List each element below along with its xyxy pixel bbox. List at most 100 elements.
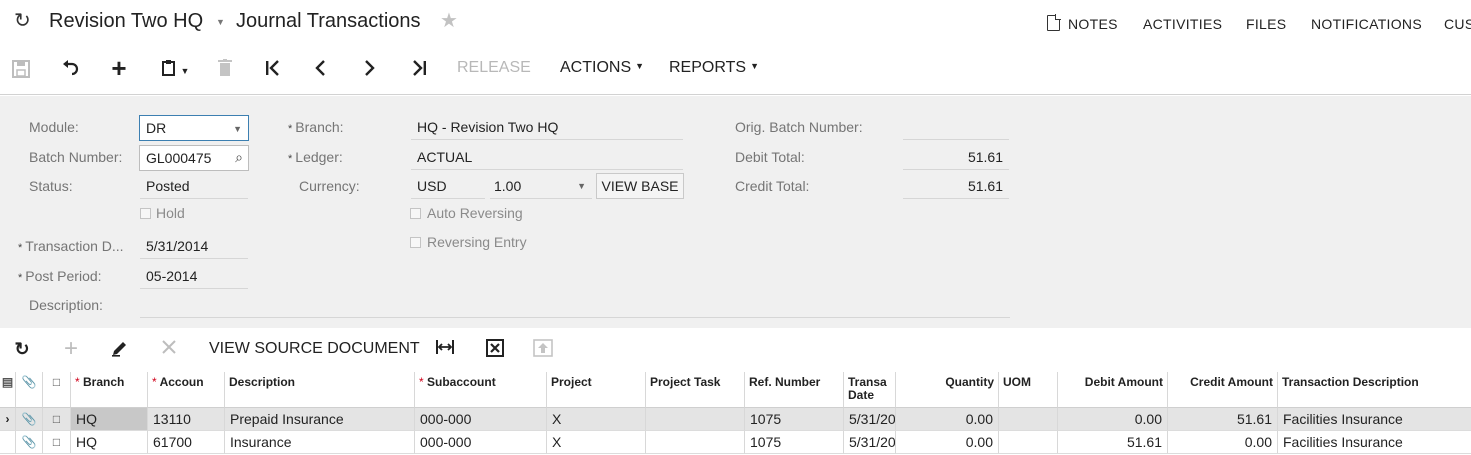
ref-number-cell[interactable]: 1075: [745, 431, 844, 454]
account-header-label: Accoun: [159, 375, 204, 389]
note-icon[interactable]: □: [43, 408, 71, 431]
add-row-icon[interactable]: +: [61, 335, 81, 363]
release-button[interactable]: RELEASE: [457, 59, 531, 77]
transaction-date-field[interactable]: 5/31/2014: [140, 233, 248, 259]
note-icon[interactable]: □: [43, 431, 71, 454]
account-cell[interactable]: 13110: [148, 408, 225, 431]
export-excel-icon[interactable]: [484, 339, 506, 362]
debit-amount-column-header[interactable]: Debit Amount: [1058, 372, 1168, 408]
quantity-cell[interactable]: 0.00: [896, 408, 999, 431]
account-cell[interactable]: 61700: [148, 431, 225, 454]
credit-amount-cell[interactable]: 0.00: [1168, 431, 1278, 454]
debit-amount-cell[interactable]: 0.00: [1058, 408, 1168, 431]
notes-link[interactable]: NOTES: [1068, 16, 1118, 32]
credit-amount-cell[interactable]: 51.61: [1168, 408, 1278, 431]
project-task-cell[interactable]: [646, 431, 745, 454]
credit-amount-column-header[interactable]: Credit Amount: [1168, 372, 1278, 408]
last-record-icon[interactable]: [408, 57, 430, 82]
tran-date-column-header[interactable]: Transa Date: [844, 372, 896, 408]
currency-field[interactable]: USD: [411, 173, 485, 199]
attachment-icon[interactable]: 📎: [16, 408, 43, 431]
subaccount-cell[interactable]: 000-000: [415, 431, 547, 454]
account-column-header[interactable]: * Accoun: [148, 372, 225, 408]
description-column-header[interactable]: Description: [225, 372, 415, 408]
branch-cell[interactable]: HQ: [71, 408, 148, 431]
attachment-icon[interactable]: 📎: [16, 431, 43, 454]
notes-header-icon: □: [43, 372, 71, 408]
notes-icon[interactable]: [1047, 14, 1061, 31]
project-task-cell[interactable]: [646, 408, 745, 431]
module-select[interactable]: DR ▼: [139, 115, 249, 141]
reports-menu[interactable]: REPORTS ▼: [669, 59, 759, 77]
select-all-icon[interactable]: ▤: [0, 372, 16, 408]
transaction-description-cell[interactable]: Facilities Insurance: [1278, 431, 1471, 454]
row-selector-icon[interactable]: ›: [0, 408, 16, 431]
save-icon[interactable]: [10, 57, 32, 83]
search-icon[interactable]: ⌕: [235, 145, 243, 169]
project-column-header[interactable]: Project: [547, 372, 646, 408]
uom-column-header[interactable]: UOM: [999, 372, 1058, 408]
edit-icon[interactable]: [110, 339, 130, 362]
add-icon[interactable]: +: [108, 55, 130, 81]
subaccount-column-header[interactable]: * Subaccount: [415, 372, 547, 408]
quantity-column-header[interactable]: Quantity: [896, 372, 999, 408]
auto-reversing-checkbox[interactable]: [410, 208, 421, 219]
view-base-button[interactable]: VIEW BASE: [596, 173, 684, 199]
quantity-cell[interactable]: 0.00: [896, 431, 999, 454]
notifications-link[interactable]: NOTIFICATIONS: [1311, 16, 1422, 32]
transaction-description-column-header[interactable]: Transaction Description: [1278, 372, 1471, 408]
status-value: Posted: [140, 173, 248, 199]
tran-date-header-line1: Transa: [848, 375, 887, 389]
ledger-field[interactable]: ACTUAL: [411, 144, 683, 170]
fit-columns-icon[interactable]: [434, 339, 456, 360]
copy-paste-icon[interactable]: ▼: [158, 57, 192, 82]
project-task-column-header[interactable]: Project Task: [646, 372, 745, 408]
branch-cell[interactable]: HQ: [71, 431, 148, 454]
hold-checkbox[interactable]: [140, 208, 151, 219]
batch-number-field[interactable]: GL000475 ⌕: [139, 145, 249, 171]
batch-number-value: GL000475: [146, 150, 212, 166]
favorite-star-icon[interactable]: ★: [440, 8, 458, 33]
uom-cell[interactable]: [999, 431, 1058, 454]
title-bar: ↻ Revision Two HQ ▼ Journal Transactions…: [0, 0, 1471, 44]
undo-icon[interactable]: [60, 57, 82, 82]
subaccount-header-label: Subaccount: [427, 375, 496, 389]
chevron-down-icon[interactable]: ▼: [216, 17, 225, 27]
attachment-header-icon: 📎: [16, 372, 43, 408]
view-source-document-button[interactable]: VIEW SOURCE DOCUMENT: [209, 340, 420, 358]
ref-number-column-header[interactable]: Ref. Number: [745, 372, 844, 408]
transaction-description-cell[interactable]: Facilities Insurance: [1278, 408, 1471, 431]
tran-date-cell[interactable]: 5/31/2014: [844, 431, 896, 454]
reversing-entry-label: Reversing Entry: [427, 234, 527, 250]
actions-menu[interactable]: ACTIONS ▼: [560, 59, 644, 77]
branch-column-header[interactable]: * Branch: [71, 372, 148, 408]
delete-icon[interactable]: [214, 57, 236, 82]
description-cell[interactable]: Insurance: [225, 431, 415, 454]
subaccount-cell[interactable]: 000-000: [415, 408, 547, 431]
post-period-field[interactable]: 05-2014: [140, 263, 248, 289]
branch-field[interactable]: HQ - Revision Two HQ: [411, 114, 683, 140]
company-title[interactable]: Revision Two HQ: [49, 10, 203, 33]
reversing-entry-checkbox[interactable]: [410, 237, 421, 248]
project-cell[interactable]: X: [547, 431, 646, 454]
project-cell[interactable]: X: [547, 408, 646, 431]
auto-reversing-label: Auto Reversing: [427, 205, 523, 221]
refresh-icon[interactable]: ↻: [12, 339, 32, 360]
refresh-icon[interactable]: ↻: [14, 8, 31, 33]
description-field[interactable]: [140, 292, 1010, 318]
rate-select[interactable]: 1.00 ▼: [490, 173, 592, 199]
first-record-icon[interactable]: [262, 57, 284, 82]
uom-cell[interactable]: [999, 408, 1058, 431]
activities-link[interactable]: ACTIVITIES: [1143, 16, 1222, 32]
tran-date-cell[interactable]: 5/31/2014: [844, 408, 896, 431]
previous-record-icon[interactable]: [310, 57, 332, 82]
row-selector[interactable]: [0, 431, 16, 454]
upload-icon[interactable]: [532, 339, 554, 362]
delete-row-icon[interactable]: [159, 339, 179, 360]
description-cell[interactable]: Prepaid Insurance: [225, 408, 415, 431]
files-link[interactable]: FILES: [1246, 16, 1286, 32]
ref-number-cell[interactable]: 1075: [745, 408, 844, 431]
next-record-icon[interactable]: [358, 57, 380, 82]
customization-link[interactable]: CUS: [1444, 16, 1471, 32]
debit-amount-cell[interactable]: 51.61: [1058, 431, 1168, 454]
